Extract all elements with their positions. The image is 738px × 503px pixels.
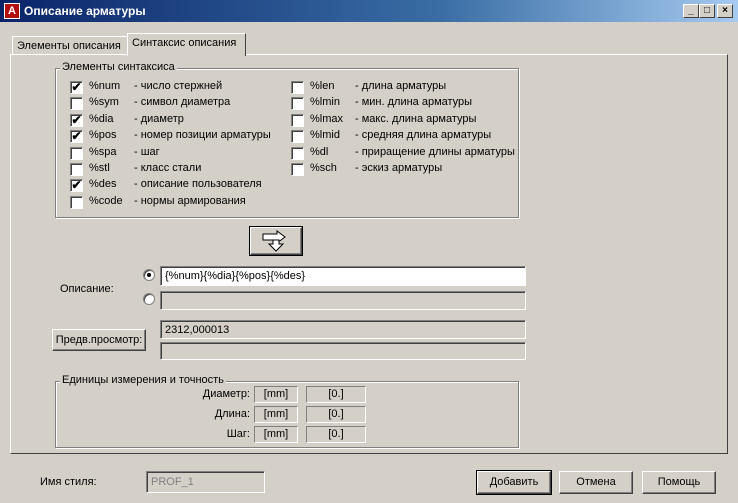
checkbox-num[interactable]: ✔	[70, 81, 83, 94]
checkbox-dl[interactable]	[291, 146, 304, 160]
help-button[interactable]: Помощь	[642, 471, 716, 494]
units-row-label: Длина:	[214, 408, 250, 420]
tab-label: Элементы описания	[17, 40, 121, 52]
tab-label: Синтаксис описания	[132, 37, 237, 49]
syntax-code: %code	[89, 194, 123, 207]
syntax-code: %stl	[89, 162, 110, 174]
preview-button[interactable]: Предв.просмотр:	[52, 329, 146, 351]
syntax-description: - число стержней	[134, 80, 223, 92]
syntax-code: %num	[89, 80, 121, 92]
syntax-code: %dl	[310, 145, 329, 158]
syntax-description: - номер позиции арматуры	[134, 129, 271, 142]
description-label: Описание:	[60, 283, 114, 295]
syntax-description: - диаметр	[134, 112, 184, 125]
syntax-description: - макс. длина арматуры	[355, 112, 477, 125]
cancel-button[interactable]: Отмена	[559, 471, 633, 494]
description-radio-1[interactable]	[143, 269, 155, 281]
checkbox-stl[interactable]	[70, 163, 83, 176]
syntax-code: %pos	[89, 129, 117, 142]
description-field-2[interactable]	[160, 291, 526, 310]
units-row-label: Диаметр:	[202, 388, 250, 400]
insert-syntax-button[interactable]	[249, 226, 303, 256]
syntax-group-title: Элементы синтаксиса	[60, 61, 177, 73]
syntax-code: %dia	[89, 112, 114, 125]
checkbox-lmax[interactable]	[291, 113, 304, 127]
add-button[interactable]: Добавить	[476, 470, 552, 495]
precision-select[interactable]: [0.]	[306, 406, 366, 423]
syntax-code: %sym	[89, 96, 119, 109]
syntax-description: - приращение длины арматуры	[355, 145, 515, 158]
tab-description-elements[interactable]: Элементы описания	[12, 36, 128, 56]
checkbox-lmid[interactable]	[291, 130, 304, 144]
units-select[interactable]: [mm]	[254, 406, 298, 423]
window-title: Описание арматуры	[24, 4, 146, 18]
checkbox-sch[interactable]	[291, 163, 304, 176]
checkbox-des[interactable]: ✔	[70, 179, 83, 193]
style-name-label: Имя стиля:	[40, 476, 97, 488]
syntax-description: - символ диаметра	[134, 96, 231, 109]
syntax-code: %lmax	[310, 112, 344, 125]
checkbox-code[interactable]	[70, 195, 83, 209]
syntax-description: - нормы армирования	[134, 194, 246, 207]
app-icon[interactable]: A	[4, 3, 20, 19]
syntax-description: - шаг	[134, 145, 160, 158]
description-radio-2[interactable]	[143, 293, 155, 305]
units-row-label: Шаг:	[226, 428, 250, 440]
syntax-description: - мин. длина арматуры	[355, 96, 473, 109]
syntax-description: - описание пользователя	[134, 178, 262, 191]
syntax-description: - эскиз арматуры	[355, 162, 443, 174]
checkbox-lmin[interactable]	[291, 97, 304, 111]
insert-arrow-icon	[262, 230, 286, 252]
syntax-description: - класс стали	[134, 162, 202, 174]
units-select[interactable]: [mm]	[254, 426, 298, 443]
syntax-elements-group	[55, 68, 519, 218]
syntax-code: %des	[89, 178, 117, 191]
units-select[interactable]: [mm]	[254, 386, 298, 403]
checkbox-spa[interactable]	[70, 146, 83, 160]
syntax-code: %sch	[310, 162, 337, 174]
syntax-code: %lmid	[310, 129, 340, 142]
syntax-code: %len	[310, 80, 335, 92]
maximize-icon[interactable]: □	[699, 4, 715, 18]
tab-description-syntax[interactable]: Синтаксис описания	[127, 33, 246, 56]
style-name-field: PROF_1	[146, 471, 265, 493]
title-bar: A Описание арматуры _ □ ×	[0, 0, 738, 22]
checkbox-len[interactable]	[291, 81, 304, 94]
minimize-icon[interactable]: _	[683, 4, 699, 18]
precision-select[interactable]: [0.]	[306, 426, 366, 443]
checkbox-pos[interactable]: ✔	[70, 130, 83, 144]
checkbox-sym[interactable]	[70, 97, 83, 111]
syntax-description: - средняя длина арматуры	[355, 129, 492, 142]
close-icon[interactable]: ×	[717, 4, 733, 18]
units-group-title: Единицы измерения и точность	[60, 374, 226, 386]
preview-line-1: 2312,000013	[160, 320, 526, 339]
syntax-description: - длина арматуры	[355, 80, 447, 92]
precision-select[interactable]: [0.]	[306, 386, 366, 403]
syntax-code: %spa	[89, 145, 117, 158]
description-field-1[interactable]: {%num}{%dia}{%pos}{%des}	[160, 266, 526, 286]
checkbox-dia[interactable]: ✔	[70, 113, 83, 127]
syntax-code: %lmin	[310, 96, 340, 109]
preview-line-2	[160, 342, 526, 360]
